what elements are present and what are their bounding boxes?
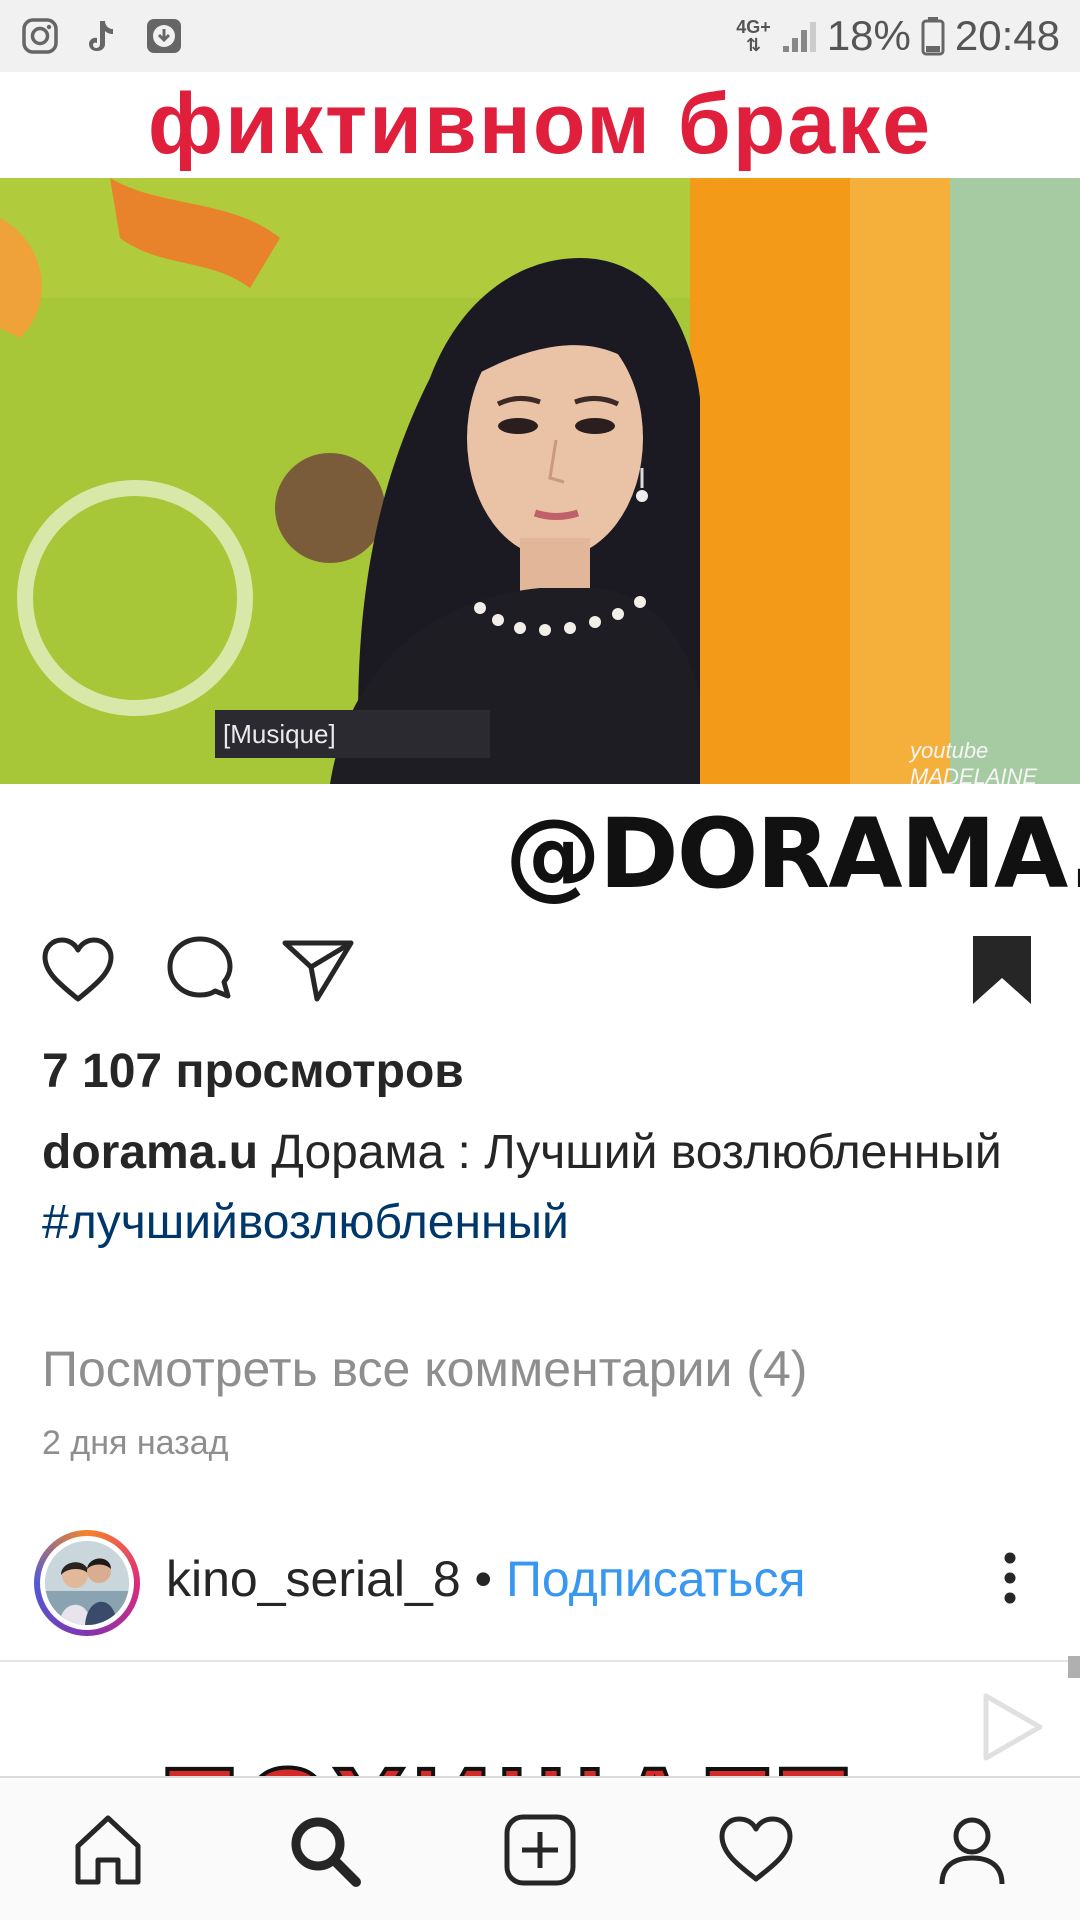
profile-icon [939, 1817, 1005, 1885]
status-bar-notifications [20, 16, 184, 56]
post-video[interactable]: фиктивном браке [Musique] youtube MADELA… [0, 72, 1080, 910]
next-post-username[interactable]: kino_serial_8 [166, 1551, 461, 1607]
next-post-video[interactable]: ПОХИЩАЕТ [0, 1662, 1080, 1776]
share-button[interactable] [278, 930, 358, 1010]
nav-profile[interactable] [932, 1810, 1012, 1890]
scrollbar[interactable] [1068, 1656, 1080, 1678]
battery-icon [921, 17, 945, 56]
post-timestamp: 2 дня назад [42, 1424, 229, 1462]
heart-icon [42, 937, 114, 1002]
comment-icon [167, 936, 233, 999]
more-options-button[interactable] [985, 1548, 1035, 1608]
video-overlay-handle: @DORAMA.U [505, 798, 1080, 910]
signal-icon [782, 22, 816, 52]
bookmark-filled-icon [973, 936, 1031, 1004]
post-action-bar [0, 930, 1080, 1010]
search-icon [291, 1817, 361, 1887]
video-overlay-title: фиктивном браке [147, 75, 933, 172]
clock: 20:48 [954, 12, 1060, 59]
nav-new-post[interactable] [500, 1810, 580, 1890]
download-icon [144, 16, 184, 56]
next-post-overlay-text: ПОХИЩАЕТ [158, 1744, 853, 1776]
post-caption: dorama.u Дорама : Лучший возлюбленный #л… [42, 1118, 1022, 1258]
send-icon [282, 940, 354, 1002]
video-subtitle: [Musique] [215, 710, 490, 758]
battery-percent: 18% [826, 12, 911, 59]
view-comments-link[interactable]: Посмотреть все комментарии (4) [42, 1340, 807, 1398]
view-count[interactable]: 7 107 просмотров [42, 1044, 464, 1099]
caption-hashtag[interactable]: #лучшийвозлюбленный [42, 1188, 1022, 1258]
caption-text: Дорама : Лучший возлюбленный [271, 1126, 1002, 1179]
like-button[interactable] [38, 930, 118, 1010]
activity-heart-icon [719, 1816, 793, 1882]
status-bar: 4G+ ⇅ 18% 20:48 [0, 0, 1080, 72]
network-indicator: 4G+ ⇅ [736, 17, 771, 55]
save-button[interactable] [962, 930, 1042, 1010]
instagram-icon [20, 16, 60, 56]
home-icon [75, 1815, 141, 1885]
nav-home[interactable] [68, 1810, 148, 1890]
tiktok-icon [82, 16, 122, 56]
nav-search[interactable] [284, 1810, 364, 1890]
caption-username[interactable]: dorama.u [42, 1126, 258, 1179]
comment-button[interactable] [160, 930, 240, 1010]
avatar[interactable] [34, 1530, 140, 1636]
next-post-user-line: kino_serial_8 • Подписаться [166, 1550, 806, 1608]
status-bar-system: 4G+ ⇅ 18% 20:48 [736, 12, 1060, 60]
more-vertical-icon [1004, 1552, 1016, 1604]
new-post-icon [504, 1814, 576, 1886]
nav-activity[interactable] [716, 1810, 796, 1890]
bottom-navigation [0, 1776, 1080, 1920]
next-post-header: kino_serial_8 • Подписаться [0, 1520, 1080, 1660]
video-watermark: youtube MADELAINE [910, 738, 1038, 784]
follow-button[interactable]: Подписаться [506, 1551, 806, 1607]
separator-dot: • [474, 1551, 493, 1607]
video-frame: [Musique] youtube MADELAINE [0, 178, 1080, 784]
play-icon [980, 1692, 1044, 1767]
